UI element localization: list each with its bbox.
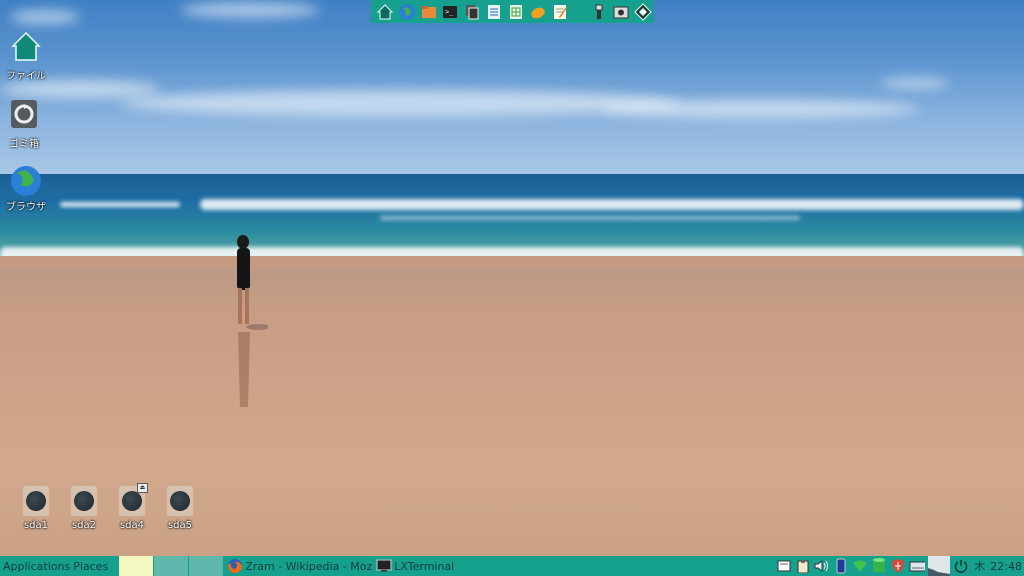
document-icon[interactable] (484, 2, 504, 22)
desktop-icon-browser[interactable]: ブラウザ (0, 164, 52, 213)
wallpaper-sea (0, 174, 1024, 256)
terminal-icon[interactable]: >_ (441, 2, 461, 22)
home-folder-icon (11, 31, 41, 61)
clock-day[interactable]: 木 (974, 558, 985, 574)
drive-icon (71, 486, 97, 516)
spreadsheet-icon[interactable] (506, 2, 526, 22)
diamond-icon[interactable] (633, 2, 653, 22)
workspace-3[interactable] (189, 556, 224, 576)
notes-icon[interactable] (776, 558, 792, 574)
drive-sda5[interactable]: sda5 (158, 486, 202, 531)
drive-sda2[interactable]: sda2 (62, 486, 106, 531)
globe-icon[interactable] (397, 2, 417, 22)
cloud (600, 100, 920, 118)
workspace-2[interactable] (154, 556, 189, 576)
usb-icon[interactable] (589, 2, 609, 22)
text-editor-icon[interactable] (550, 2, 570, 22)
screenshot-icon[interactable] (611, 2, 631, 22)
paint-icon[interactable] (528, 2, 548, 22)
shield-icon[interactable] (890, 558, 906, 574)
database-icon[interactable] (871, 558, 887, 574)
cloud (180, 2, 320, 18)
launcher-bar: >_ (371, 0, 653, 23)
drive-icon (167, 486, 193, 516)
desktop-icon-files[interactable]: ファイル (0, 30, 52, 82)
clipboard-icon[interactable] (795, 558, 811, 574)
copy-icon[interactable] (462, 2, 482, 22)
clock-time[interactable]: 22:48 (990, 560, 1022, 573)
applications-menu[interactable]: Applications (0, 560, 73, 573)
terminal-icon (376, 559, 392, 572)
trash-icon (11, 100, 37, 128)
cloud (0, 80, 160, 98)
drive-label: sda1 (23, 520, 49, 531)
cloud (880, 78, 950, 88)
task-label: LXTerminal (394, 559, 455, 573)
desktop-icon-label: ゴミ箱 (9, 139, 39, 150)
phone-icon[interactable] (833, 558, 849, 574)
child-figure (237, 235, 268, 407)
task-firefox[interactable]: Zram - Wikipedia - Moz (225, 556, 374, 576)
drive-label: sda2 (71, 520, 97, 531)
drive-icon: ⏏ (119, 483, 148, 516)
wave (200, 199, 1024, 210)
volume-icon[interactable] (814, 558, 830, 574)
keyboard-icon[interactable] (909, 558, 926, 574)
cloud (120, 90, 680, 116)
drive-sda4[interactable]: ⏏ sda4 (110, 483, 154, 531)
drive-label: sda5 (167, 520, 193, 531)
workspace-1[interactable] (119, 556, 154, 576)
cpu-graph-icon[interactable] (928, 556, 951, 576)
cloud (10, 10, 80, 24)
task-lxterminal[interactable]: LXTerminal (374, 556, 456, 576)
power-icon[interactable] (953, 558, 969, 574)
drive-icon (23, 486, 49, 516)
mounted-icon: ⏏ (137, 483, 148, 493)
task-label: Zram - Wikipedia - Moz (245, 559, 373, 573)
folder-icon[interactable] (419, 2, 439, 22)
desktop-icon-label: ブラウザ (6, 202, 46, 213)
system-tray: 木 22:48 (776, 556, 1024, 576)
wave (380, 216, 800, 220)
places-menu[interactable]: Places (73, 560, 111, 573)
home-icon[interactable] (375, 2, 395, 22)
globe-icon (11, 166, 41, 196)
wet-sand (0, 268, 1024, 308)
desktop-icon-trash[interactable]: ゴミ箱 (0, 98, 50, 150)
firefox-icon (228, 559, 243, 573)
drive-sda1[interactable]: sda1 (14, 486, 58, 531)
svg-text:>_: >_ (445, 8, 454, 16)
desktop-icon-label: ファイル (6, 71, 46, 82)
wifi-icon[interactable] (852, 558, 868, 574)
wave (60, 202, 180, 207)
bottom-panel: Applications Places Zram - Wikipedia - M… (0, 556, 1024, 576)
drive-label: sda4 (119, 520, 145, 531)
